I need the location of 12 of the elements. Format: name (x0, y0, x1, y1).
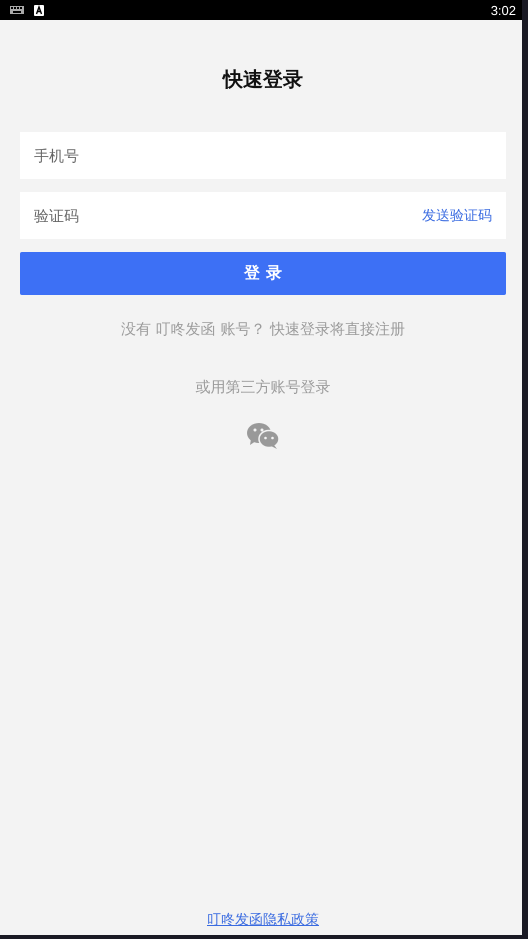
register-hint: 没有 叮咚发函 账号？ 快速登录将直接注册 (120, 319, 406, 339)
status-time: 3:02 (490, 2, 516, 18)
third-party-label: 或用第三方账号登录 (196, 377, 330, 397)
login-button[interactable]: 登 录 (20, 252, 506, 295)
page-title: 快速登录 (223, 66, 303, 93)
privacy-policy-link[interactable]: 叮咚发函隐私政策 (207, 911, 319, 929)
phone-field[interactable]: 手机号 (20, 132, 506, 179)
keyboard-icon (10, 6, 24, 14)
chat-bubbles-icon[interactable] (246, 422, 280, 450)
text-input-icon (34, 4, 44, 16)
code-field[interactable]: 验证码 发送验证码 (20, 192, 506, 239)
send-code-link[interactable]: 发送验证码 (422, 206, 492, 224)
